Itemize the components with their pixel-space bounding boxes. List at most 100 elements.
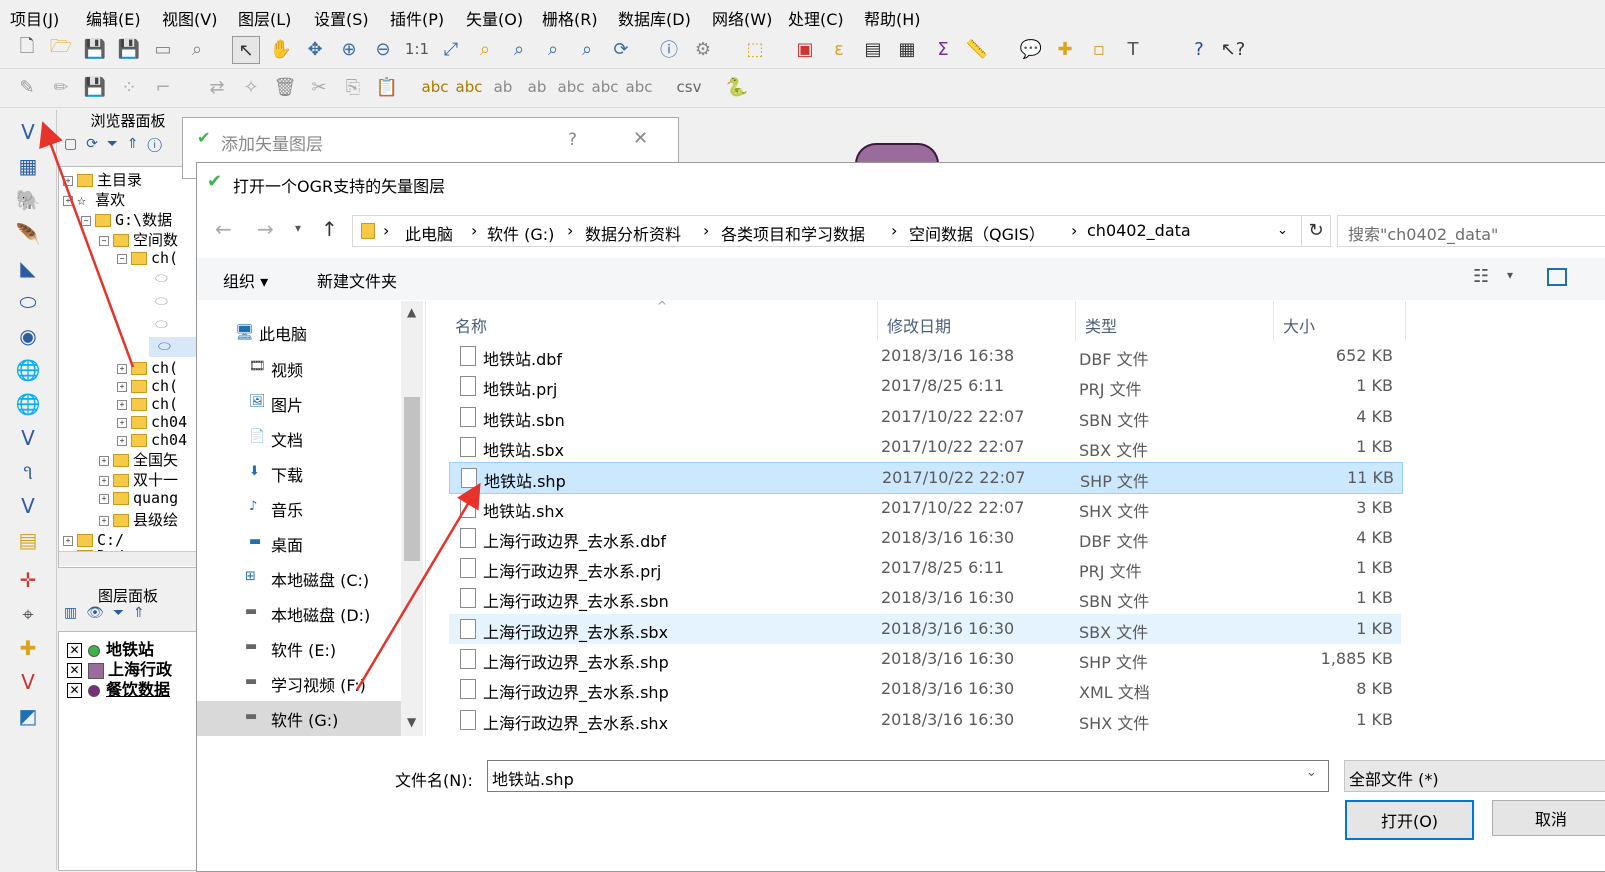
menu-raster[interactable]: 栅格(R) <box>542 6 598 30</box>
tree-item[interactable]: − ch( <box>117 249 178 267</box>
nav-item-drive-d[interactable]: 本地磁盘 (D:) <box>271 602 370 626</box>
scroll-down-icon[interactable]: ▼ <box>407 715 416 729</box>
save-as-icon[interactable]: 💾 <box>116 36 142 62</box>
menu-edit[interactable]: 编辑(E) <box>86 6 141 30</box>
field-calculator-icon[interactable]: ε <box>826 36 852 62</box>
chevron-down-icon[interactable]: ⌄ <box>1306 765 1317 780</box>
file-row[interactable]: 上海行政边界_去水系.shp 2018/3/16 16:30 SHP 文件 1,885… <box>449 644 1401 674</box>
tree-item[interactable]: + 主目录 <box>63 169 142 190</box>
breadcrumb-item[interactable]: 数据分析资料 <box>585 221 681 245</box>
paste-icon[interactable]: 📋 <box>374 74 400 100</box>
back-arrow-icon[interactable]: ← <box>215 217 232 241</box>
layer-row[interactable]: ✕ 餐饮数据 <box>67 676 170 700</box>
pan-hand-icon[interactable]: ✋ <box>268 36 294 62</box>
breadcrumb-item[interactable]: 此电脑 <box>405 221 453 245</box>
up-arrow-icon[interactable]: ↑ <box>321 217 338 241</box>
zoom-last-icon[interactable]: ⌕ <box>540 36 566 62</box>
tree-item[interactable]: + 全国矢 <box>99 449 178 470</box>
identify-icon[interactable]: ⓘ <box>656 36 682 62</box>
filter-icon[interactable]: ⏷ <box>107 136 118 152</box>
filetype-select[interactable]: 全部文件 (*) <box>1344 760 1605 792</box>
add-selected-icon[interactable]: ▢ <box>64 136 77 152</box>
menu-plugins[interactable]: 插件(P) <box>390 6 444 30</box>
view-options-icon[interactable]: ☷ <box>1473 266 1489 287</box>
save-edits-icon[interactable]: 💾 <box>82 74 108 100</box>
add-raster-layer-icon[interactable]: ▦ <box>14 152 42 180</box>
tree-item[interactable]: + quang <box>99 489 178 507</box>
tree-item[interactable]: + ch04 <box>117 413 187 431</box>
nav-item-music[interactable]: 音乐 <box>271 497 303 521</box>
file-row[interactable]: 上海行政边界_去水系.prj 2017/8/25 6:11 PRJ 文件 1 KB <box>449 553 1401 583</box>
coordinate-icon[interactable]: ✚ <box>14 634 42 662</box>
column-header-name[interactable]: 名称 <box>455 313 487 337</box>
zoom-native-icon[interactable]: 1:1 <box>404 36 430 62</box>
file-row[interactable]: 地铁站.prj 2017/8/25 6:11 PRJ 文件 1 KB <box>449 371 1401 401</box>
tree-item[interactable]: + ch( <box>117 359 178 377</box>
file-row[interactable]: 上海行政边界_去水系.sbx 2018/3/16 16:30 SBX 文件 1 KB <box>449 613 1401 644</box>
refresh-icon[interactable]: ⟳ <box>608 36 634 62</box>
menu-layer[interactable]: 图层(L) <box>238 6 291 30</box>
new-bookmark-icon[interactable]: ▫ <box>1086 36 1112 62</box>
tree-item[interactable]: + ch( <box>117 377 178 395</box>
pan-select-icon[interactable]: ↖ <box>232 36 260 64</box>
zoom-in-icon[interactable]: ⊕ <box>336 36 362 62</box>
breadcrumb-item[interactable]: 空间数据（QGIS） <box>909 221 1045 245</box>
measure-icon[interactable]: 📏 <box>964 36 990 62</box>
filter-icon[interactable]: ⏷ <box>113 605 124 621</box>
new-print-layout-icon[interactable]: ▭ <box>150 36 176 62</box>
new-project-icon[interactable]: 🗋 <box>14 36 40 62</box>
nav-item-drive-g[interactable]: 软件 (G:) <box>271 707 338 731</box>
nav-item-drive-c[interactable]: 本地磁盘 (C:) <box>271 567 369 591</box>
file-row[interactable]: 地铁站.sbx 2017/10/22 22:07 SBX 文件 1 KB <box>449 432 1401 462</box>
filename-input[interactable]: 地铁站.shp ⌄ <box>487 760 1329 792</box>
help-button[interactable]: ? <box>568 130 577 150</box>
add-delimited-text-icon[interactable]: ૧ <box>14 458 42 486</box>
add-spatialite-icon[interactable]: 🪶 <box>14 220 42 248</box>
nav-item-desktop[interactable]: 桌面 <box>271 532 303 556</box>
menu-settings[interactable]: 设置(S) <box>314 6 369 30</box>
expand-icon[interactable]: ⇑ <box>133 605 145 621</box>
breadcrumb-item[interactable]: ch0402_data <box>1087 221 1191 240</box>
gps-icon[interactable]: ⌖ <box>14 600 42 628</box>
save-project-icon[interactable]: 💾 <box>82 36 108 62</box>
menu-web[interactable]: 网络(W) <box>712 6 772 30</box>
tree-item[interactable]: + ch( <box>117 395 178 413</box>
column-header-date[interactable]: 修改日期 <box>887 313 951 337</box>
layer-visibility-checkbox[interactable]: ✕ <box>67 683 82 698</box>
digitize-icon[interactable]: ✛ <box>14 566 42 594</box>
statistics-icon[interactable]: ▦ <box>894 36 920 62</box>
add-vector-layer-icon[interactable]: V <box>14 118 42 146</box>
add-wfs-icon[interactable]: V <box>14 424 42 452</box>
column-header-type[interactable]: 类型 <box>1085 313 1117 337</box>
scroll-up-icon[interactable]: ▲ <box>407 305 416 319</box>
cancel-button[interactable]: 取消 <box>1492 800 1605 836</box>
add-wcs-icon[interactable]: 🌐 <box>14 390 42 418</box>
csv-icon[interactable]: csv <box>676 74 702 100</box>
scrollbar-thumb[interactable] <box>404 397 420 561</box>
label-highlight-icon[interactable]: abc <box>456 74 483 100</box>
layer-file-icon[interactable]: ⬭ <box>155 269 168 287</box>
zoom-full-icon[interactable]: ⤢ <box>438 36 464 62</box>
file-row[interactable]: 上海行政边界_去水系.dbf 2018/3/16 16:30 DBF 文件 4 KB <box>449 523 1401 553</box>
collapse-icon[interactable]: ⇑ <box>127 136 139 152</box>
tree-item[interactable]: − 空间数 <box>99 229 178 250</box>
attribute-table-icon[interactable]: ▤ <box>860 36 886 62</box>
add-wms-icon[interactable]: 🌐 <box>14 356 42 384</box>
python-icon[interactable]: 🐍 <box>724 74 750 100</box>
menu-database[interactable]: 数据库(D) <box>618 6 691 30</box>
tree-item[interactable]: + ch04 <box>117 431 187 449</box>
layers-tree[interactable]: ✕ 地铁站 ✕ 上海行政 ✕ 餐饮数据 <box>58 631 198 871</box>
file-row[interactable]: 上海行政边界_去水系.shp 2018/3/16 16:30 XML 文档 8 KB <box>449 674 1401 704</box>
pin-label-icon[interactable]: ab <box>490 74 516 100</box>
file-row[interactable]: 地铁站.sbn 2017/10/22 22:07 SBN 文件 4 KB <box>449 402 1401 432</box>
change-label-icon[interactable]: abc <box>626 74 653 100</box>
layout-manager-icon[interactable]: ⌕ <box>184 36 210 62</box>
pan-to-selection-icon[interactable]: ✥ <box>302 36 328 62</box>
open-project-icon[interactable]: 🗁 <box>48 36 74 62</box>
file-row[interactable]: 地铁站.shp 2017/10/22 22:07 SHP 文件 11 KB <box>449 462 1403 495</box>
tree-item[interactable]: + 双十一 <box>99 469 178 490</box>
organize-button[interactable]: 组织 ▾ <box>223 268 268 292</box>
chevron-down-icon[interactable]: ▾ <box>1507 268 1513 282</box>
georeferencer-icon[interactable]: V <box>14 668 42 696</box>
zoom-out-icon[interactable]: ⊖ <box>370 36 396 62</box>
